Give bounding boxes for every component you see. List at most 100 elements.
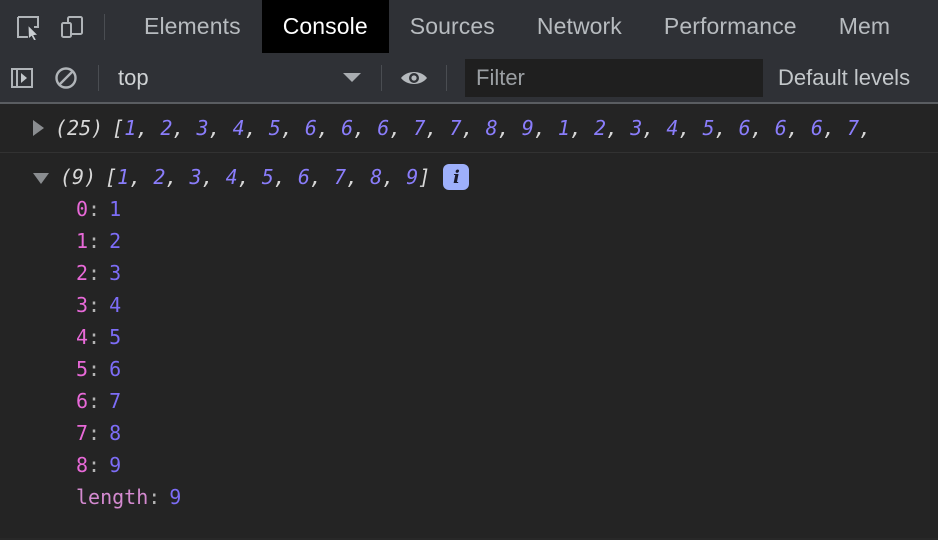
array-property-row[interactable]: length:9 xyxy=(0,484,938,516)
array-preview-separator: , xyxy=(786,116,811,140)
property-colon: : xyxy=(88,325,101,349)
array-preview-separator: , xyxy=(172,116,197,140)
property-colon: : xyxy=(88,293,101,317)
array-preview-value: 2 xyxy=(160,116,173,140)
chevron-down-icon xyxy=(343,73,361,82)
array-preview-value: 5 xyxy=(702,116,715,140)
property-colon: : xyxy=(88,389,101,413)
tabbar-icon-group xyxy=(0,0,115,53)
clear-console-icon[interactable] xyxy=(44,53,88,102)
array-preview-separator: , xyxy=(642,116,667,140)
controlbar-divider-3 xyxy=(446,64,447,91)
array-preview-separator: , xyxy=(750,116,775,140)
array-property-row[interactable]: 4:5 xyxy=(0,324,938,356)
array-preview-value: 7 xyxy=(449,116,462,140)
triangle-down-icon[interactable] xyxy=(33,173,49,184)
array-property-row[interactable]: 7:8 xyxy=(0,420,938,452)
execution-context-selector[interactable]: top xyxy=(109,53,371,102)
console-log-row[interactable]: (25) [1, 2, 3, 4, 5, 6, 6, 6, 7, 7, 8, 9… xyxy=(0,104,938,153)
array-preview-value: 2 xyxy=(594,116,607,140)
array-preview-value: 9 xyxy=(406,165,419,189)
array-property-row[interactable]: 3:4 xyxy=(0,292,938,324)
property-key-index: 4 xyxy=(76,325,89,349)
property-value: 7 xyxy=(109,389,122,413)
device-toolbar-icon[interactable] xyxy=(50,0,94,53)
array-preview-separator: , xyxy=(346,165,371,189)
log-levels-dropdown[interactable]: Default levels xyxy=(778,65,910,91)
property-value: 2 xyxy=(109,229,122,253)
tab-network[interactable]: Network xyxy=(516,0,643,53)
array-preview-separator: , xyxy=(201,165,226,189)
property-key-index: 3 xyxy=(76,293,89,317)
array-preview-value: 1 xyxy=(557,116,570,140)
property-key-index: 5 xyxy=(76,357,89,381)
close-bracket: ] xyxy=(418,165,431,189)
array-property-row[interactable]: 5:6 xyxy=(0,356,938,388)
property-colon: : xyxy=(88,261,101,285)
array-preview-separator: , xyxy=(208,116,233,140)
array-preview-separator: , xyxy=(280,116,305,140)
devtools-window: Elements Console Sources Network Perform… xyxy=(0,0,938,540)
array-preview-separator: , xyxy=(316,116,342,140)
property-colon: : xyxy=(88,229,101,253)
property-key-index: 1 xyxy=(76,229,89,253)
array-preview-separator: , xyxy=(237,165,262,189)
array-preview-separator: , xyxy=(382,165,407,189)
array-preview-separator: , xyxy=(678,116,703,140)
panel-tabs: Elements Console Sources Network Perform… xyxy=(123,0,911,53)
array-property-row[interactable]: 1:2 xyxy=(0,228,938,260)
array-preview-value: 3 xyxy=(189,165,202,189)
array-preview-value: 9 xyxy=(521,116,534,140)
console-log-row[interactable]: (9) [1, 2, 3, 4, 5, 6, 7, 8, 9] i 0:11:2… xyxy=(0,153,938,527)
filter-input[interactable] xyxy=(465,58,763,97)
array-property-row[interactable]: 8:9 xyxy=(0,452,938,484)
array-preview-value: 6 xyxy=(810,116,823,140)
array-preview-values: 1, 2, 3, 4, 5, 6, 6, 6, 7, 7, 8, 9, 1, 2… xyxy=(124,116,871,140)
array-preview-value: 6 xyxy=(304,116,317,140)
array-preview-separator: , xyxy=(606,116,631,140)
property-colon: : xyxy=(88,421,101,445)
array-preview-value: 5 xyxy=(268,116,281,140)
array-preview-separator: , xyxy=(353,116,378,140)
array-property-row[interactable]: 6:7 xyxy=(0,388,938,420)
tab-memory[interactable]: Mem xyxy=(818,0,911,53)
property-value: 8 xyxy=(109,421,122,445)
array-preview-separator: , xyxy=(165,165,190,189)
array-property-row[interactable]: 0:1 xyxy=(0,196,938,228)
array-preview-separator: , xyxy=(461,116,486,140)
info-badge-icon[interactable]: i xyxy=(443,164,470,190)
property-value: 6 xyxy=(109,357,122,381)
array-preview-value: 8 xyxy=(370,165,383,189)
array-property-row[interactable]: 2:3 xyxy=(0,260,938,292)
array-properties-list: 0:1 1:2 2:3 3:4 4:5 5:6 6:7 7:8 8:9 length:9 xyxy=(0,190,938,516)
array-preview-value: 6 xyxy=(738,116,751,140)
property-key-index: 0 xyxy=(76,197,89,221)
property-colon: : xyxy=(148,485,161,509)
open-bracket: [ xyxy=(105,165,118,189)
property-value: 5 xyxy=(109,325,122,349)
array-preview-value: 1 xyxy=(124,116,137,140)
tab-console[interactable]: Console xyxy=(261,0,389,53)
array-preview-separator: , xyxy=(859,116,872,140)
property-key-index: 7 xyxy=(76,421,89,445)
array-preview-value: 8 xyxy=(485,116,498,140)
array-preview-value: 5 xyxy=(261,165,274,189)
array-preview-separator: , xyxy=(533,116,558,140)
array-preview-value: 2 xyxy=(153,165,166,189)
console-sidebar-icon[interactable] xyxy=(0,53,44,102)
open-bracket: [ xyxy=(112,116,125,140)
array-preview-value: 7 xyxy=(413,116,426,140)
tab-performance[interactable]: Performance xyxy=(643,0,818,53)
execution-context-label: top xyxy=(118,64,149,90)
array-preview-separator: , xyxy=(389,116,414,140)
inspect-element-icon[interactable] xyxy=(6,0,50,53)
array-preview-value: 3 xyxy=(196,116,209,140)
tab-sources[interactable]: Sources xyxy=(389,0,516,53)
tab-elements[interactable]: Elements xyxy=(123,0,262,53)
array-preview-separator: , xyxy=(273,165,298,189)
property-colon: : xyxy=(88,357,101,381)
property-key-index: 8 xyxy=(76,453,89,477)
array-preview-separator: , xyxy=(569,116,595,140)
eye-icon[interactable] xyxy=(392,53,436,102)
triangle-right-icon[interactable] xyxy=(33,120,44,136)
